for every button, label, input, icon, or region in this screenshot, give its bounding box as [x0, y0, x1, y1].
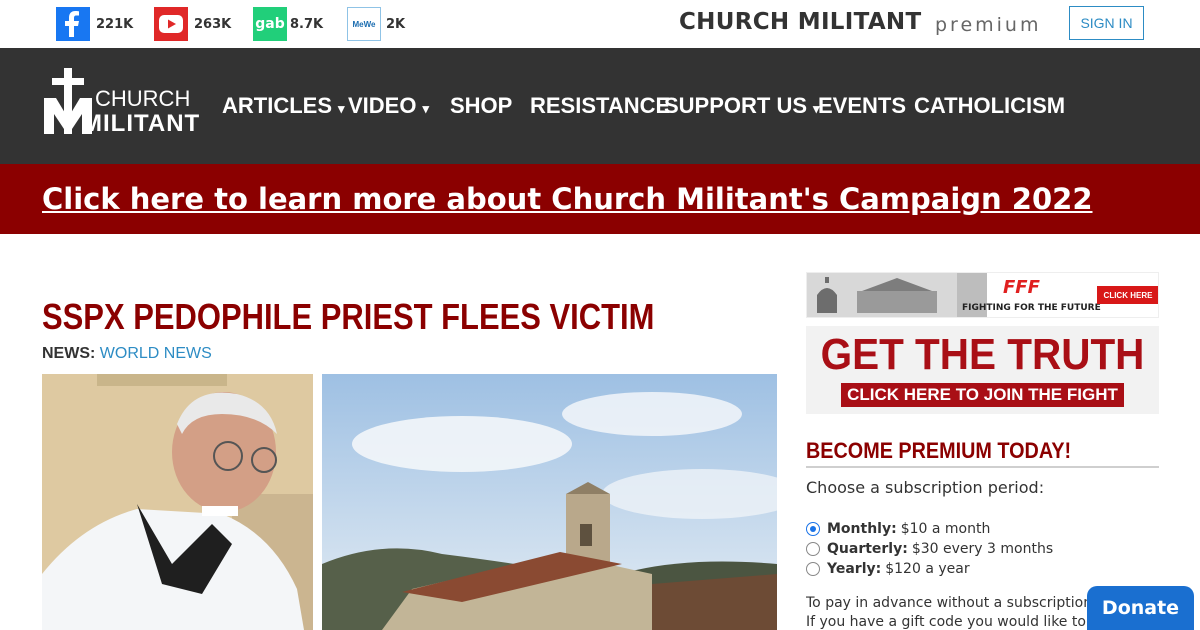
facebook-count: 221K: [96, 16, 134, 32]
subscription-prompt: Choose a subscription period:: [806, 478, 1045, 497]
get-the-truth-ad[interactable]: GET THE TRUTH CLICK HERE TO JOIN THE FIG…: [806, 326, 1159, 414]
category-link[interactable]: WORLD NEWS: [100, 345, 212, 362]
nav-item-catholicism[interactable]: CATHOLICISM: [914, 93, 1065, 119]
youtube-link[interactable]: 263K: [154, 7, 231, 41]
ad-title: GET THE TRUTH: [820, 330, 1145, 379]
nav-item-articles[interactable]: ARTICLES ▾: [222, 93, 348, 119]
ad-cta[interactable]: CLICK HERE TO JOIN THE FIGHT: [841, 383, 1124, 407]
divider: [806, 466, 1159, 468]
campaign-banner: Click here to learn more about Church Mi…: [0, 164, 1200, 234]
radio-button[interactable]: [806, 562, 820, 576]
facebook-icon: [56, 7, 90, 41]
logo-line2: MILITANT: [82, 110, 201, 137]
top-bar: 221K 263K gab 8.7K MeWe 2K CHURCH MILITA…: [0, 0, 1200, 48]
campaign-link[interactable]: Click here to learn more about Church Mi…: [42, 182, 1093, 216]
sign-in-button[interactable]: SIGN IN: [1069, 6, 1144, 40]
advance-pay-text: To pay in advance without a subscription…: [806, 595, 1106, 611]
option-monthly[interactable]: Monthly: $10 a month: [806, 519, 1053, 539]
premium-label: premium: [935, 14, 1042, 36]
category-label: NEWS:: [42, 345, 96, 362]
nav-item-resistance[interactable]: RESISTANCE: [530, 93, 670, 119]
fff-ad[interactable]: FFF FIGHTING FOR THE FUTURE CLICK HERE: [806, 272, 1159, 318]
priest-photo: [42, 374, 313, 630]
mewe-icon: MeWe: [347, 7, 381, 41]
gift-code-text: If you have a gift code you would like t…: [806, 614, 1106, 630]
article-headline: SSPX PEDOPHILE PRIEST FLEES VICTIM: [42, 296, 655, 337]
church-photo: [322, 374, 777, 630]
mewe-count: 2K: [386, 16, 406, 32]
gab-count: 8.7K: [290, 16, 324, 32]
nav-menu: ARTICLES ▾ VIDEO ▾ SHOP RESISTANCE SUPPORT…: [222, 48, 1065, 164]
site-logo[interactable]: CHURCH MILITANT: [42, 68, 199, 138]
nav-item-events[interactable]: EVENTS: [818, 93, 914, 119]
fff-logo: FFF: [1003, 277, 1040, 298]
fff-tagline: FIGHTING FOR THE FUTURE: [962, 303, 1101, 313]
gab-link[interactable]: gab 8.7K: [253, 7, 323, 41]
brand-name: CHURCH MILITANT: [679, 9, 922, 35]
chevron-down-icon: ▾: [422, 101, 429, 116]
gab-icon: gab: [253, 7, 287, 41]
radio-button[interactable]: [806, 542, 820, 556]
option-yearly[interactable]: Yearly: $120 a year: [806, 559, 1053, 579]
main-nav: CHURCH MILITANT ARTICLES ▾ VIDEO ▾ SHOP RE…: [0, 48, 1200, 164]
nav-item-support-us[interactable]: SUPPORT US ▾: [664, 93, 820, 119]
article-category: NEWS: WORLD NEWS: [42, 345, 212, 363]
mewe-link[interactable]: MeWe 2K: [347, 7, 405, 41]
fff-cta[interactable]: CLICK HERE: [1097, 286, 1158, 304]
radio-button[interactable]: [806, 522, 820, 536]
subscription-options: Monthly: $10 a month Quarterly: $30 every …: [806, 519, 1053, 579]
donate-button[interactable]: Donate: [1087, 586, 1194, 630]
nav-item-video[interactable]: VIDEO ▾: [348, 93, 450, 119]
logo-line1: CHURCH: [95, 86, 191, 111]
youtube-count: 263K: [194, 16, 232, 32]
chevron-down-icon: ▾: [338, 101, 345, 116]
option-quarterly[interactable]: Quarterly: $30 every 3 months: [806, 539, 1053, 559]
facebook-link[interactable]: 221K: [56, 7, 133, 41]
nav-item-shop[interactable]: SHOP: [450, 93, 530, 119]
page: 221K 263K gab 8.7K MeWe 2K CHURCH MILITA…: [0, 0, 1200, 630]
premium-heading: BECOME PREMIUM TODAY!: [806, 438, 1072, 463]
youtube-icon: [154, 7, 188, 41]
